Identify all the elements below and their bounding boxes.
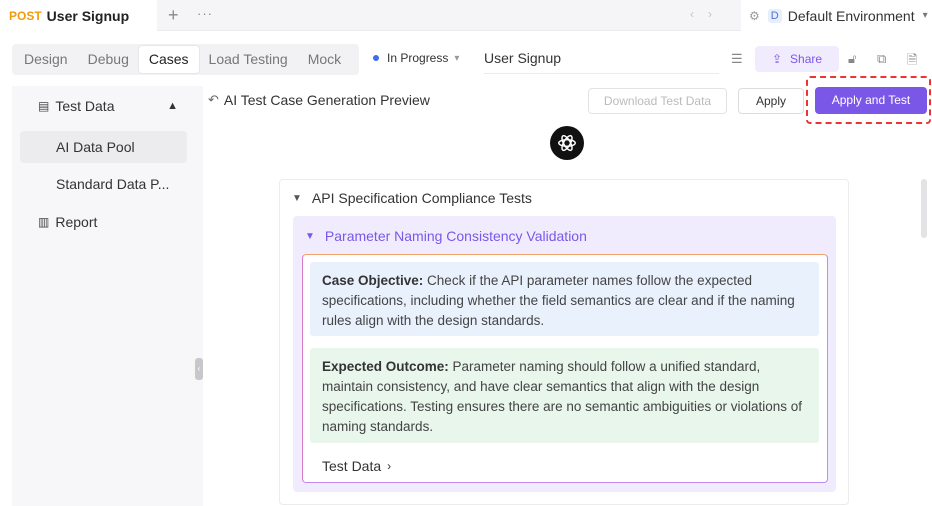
page-title: ↶ AI Test Case Generation Preview [208,92,430,108]
test-case-panel: ▼ Parameter Naming Consistency Validatio… [293,216,836,492]
scrollbar[interactable] [921,179,927,238]
chevron-down-icon: ▼ [292,192,302,204]
chevron-down-icon: ▾ [922,10,928,21]
test-case-details: Case Objective: Check if the API paramet… [302,254,828,483]
test-data-link[interactable]: Test Data › [322,458,391,474]
page-title-text: AI Test Case Generation Preview [223,92,430,108]
top-tab-bar: POST User Signup + ··· ‹ › ⚙ D Default En… [0,0,932,31]
status-label: In Progress [387,51,449,65]
test-suite-header[interactable]: ▼ API Specification Compliance Tests [292,190,532,206]
test-suite-card: ▼ API Specification Compliance Tests ▼ P… [279,179,849,505]
copy-icon[interactable]: ⧉ [877,51,886,67]
save-icon[interactable]: 🗎 [907,51,917,73]
request-title: User Signup [46,7,130,24]
scroll-right-icon[interactable]: › [708,7,712,21]
case-objective: Case Objective: Check if the API paramet… [310,262,819,336]
chevron-down-icon: ▾ [454,52,460,64]
sidebar-report-label: Report [55,214,98,230]
download-test-data-button[interactable]: Download Test Data [588,88,727,114]
report-icon: ▥ [38,215,50,229]
sidebar: ▤ Test Data ▲ AI Data Pool Standard Data… [12,86,203,506]
more-icon[interactable]: ··· [197,6,213,21]
sidebar-group-test-data[interactable]: ▤ Test Data ▲ [38,98,178,114]
case-objective-label: Case Objective: [322,273,424,288]
http-method: POST [9,8,42,23]
expected-outcome: Expected Outcome: Parameter naming shoul… [310,348,819,443]
share-label: Share [790,52,823,66]
test-data-label: Test Data [322,458,382,474]
apply-button[interactable]: Apply [738,88,804,114]
expected-outcome-label: Expected Outcome: [322,359,449,374]
status-selector[interactable]: In Progress ▾ [373,51,459,65]
test-case-title: Parameter Naming Consistency Validation [324,228,587,244]
tab-mock[interactable]: Mock [298,46,351,73]
settings-icon[interactable]: ⚙ [749,9,760,23]
tab-load-testing[interactable]: Load Testing [199,46,298,73]
chart-icon: ▤ [38,99,50,113]
test-suite-title: API Specification Compliance Tests [311,190,532,206]
tab-design[interactable]: Design [14,46,78,73]
share-button[interactable]: ⇪ Share [755,46,839,72]
chevron-up-icon: ▲ [167,100,178,112]
chevron-right-icon: › [387,459,392,473]
chevron-down-icon: ▼ [305,230,315,242]
tab-cases[interactable]: Cases [138,46,199,73]
format-icon[interactable]: ☰ [731,51,743,67]
sidebar-group-label: Test Data [55,98,115,114]
sidebar-item-standard-data-pool[interactable]: Standard Data P... [20,168,187,200]
unlock-icon[interactable]: 🔓︎ [848,51,856,67]
environment-badge: D [767,8,782,23]
test-case-header[interactable]: ▼ Parameter Naming Consistency Validatio… [305,228,587,244]
sidebar-item-ai-data-pool[interactable]: AI Data Pool [20,131,187,163]
sidebar-collapse-handle[interactable]: ‹ [195,358,203,380]
request-tab[interactable]: POST User Signup [0,0,157,31]
add-tab-icon[interactable]: + [168,5,179,26]
share-icon: ⇪ [771,52,783,66]
back-icon[interactable]: ↶ [208,92,219,108]
view-tabs: Design Debug Cases Load Testing Mock [12,44,359,75]
scroll-left-icon[interactable]: ‹ [690,7,694,21]
sidebar-item-report[interactable]: ▥ Report [38,214,97,230]
endpoint-name-field[interactable]: User Signup [484,50,719,74]
environment-selector[interactable]: ⚙ D Default Environment ▾ [741,0,932,31]
environment-name: Default Environment [787,7,915,24]
ai-logo-icon [550,126,584,160]
apply-and-test-button[interactable]: Apply and Test [815,87,927,114]
status-dot [373,55,379,61]
tab-nav: ‹ › [690,7,726,21]
tab-debug[interactable]: Debug [78,46,139,73]
